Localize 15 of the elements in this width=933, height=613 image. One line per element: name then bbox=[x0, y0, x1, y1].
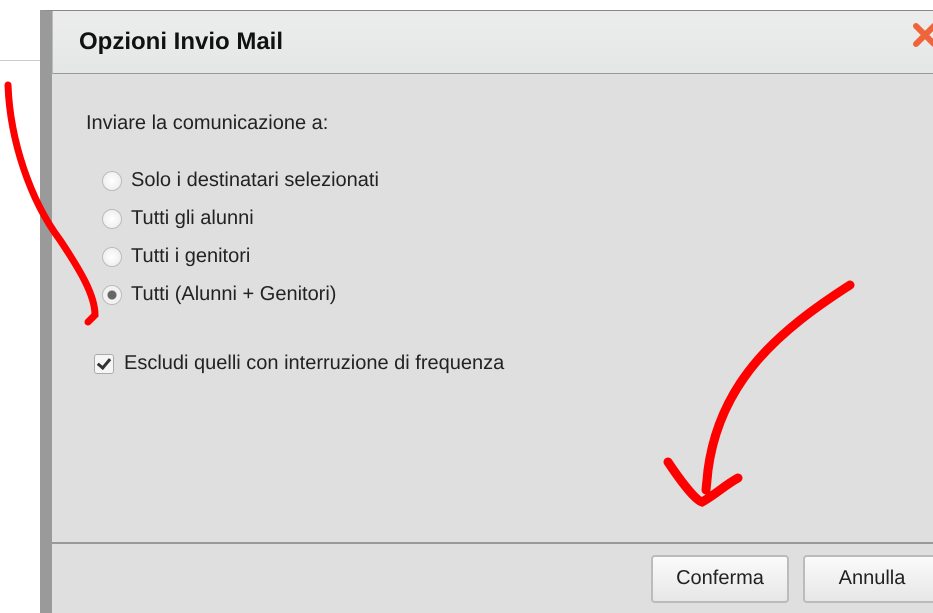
radio-button[interactable] bbox=[102, 170, 122, 190]
checkbox[interactable] bbox=[94, 354, 114, 374]
option-label[interactable]: Solo i destinatari selezionati bbox=[131, 169, 379, 192]
close-icon[interactable] bbox=[913, 23, 933, 47]
dialog-button[interactable]: Annulla bbox=[803, 554, 933, 602]
option-label[interactable]: Tutti gli alunni bbox=[131, 207, 254, 230]
option-label[interactable]: Tutti (Alunni + Genitori) bbox=[131, 283, 336, 306]
dialog-title: Opzioni Invio Mail bbox=[79, 28, 284, 56]
dialog-button[interactable]: Conferma bbox=[651, 554, 789, 602]
radio-button[interactable] bbox=[102, 208, 122, 228]
checkbox-label[interactable]: Escludi quelli con interruzione di frequenza bbox=[124, 352, 504, 375]
option-label[interactable]: Tutti i genitori bbox=[131, 245, 250, 268]
radio-button[interactable] bbox=[102, 284, 122, 304]
radio-button[interactable] bbox=[102, 246, 122, 266]
prompt-text: Inviare la comunicazione a: bbox=[86, 112, 330, 135]
